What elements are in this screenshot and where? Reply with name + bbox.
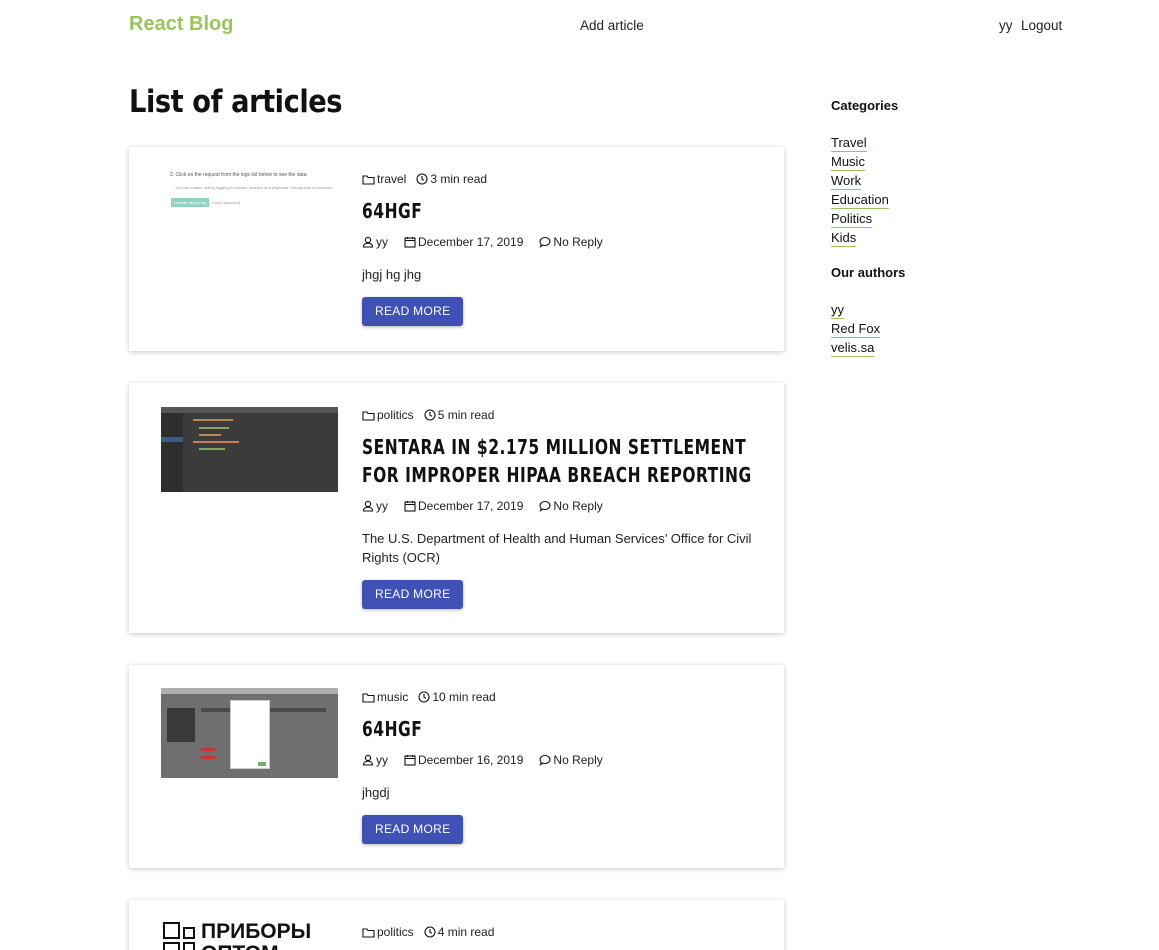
comment-icon bbox=[539, 500, 551, 512]
article-read-time: 4 min read bbox=[424, 925, 494, 939]
thumb-text: You can enable debug logging to capture … bbox=[175, 185, 332, 190]
site-logo[interactable]: React Blog bbox=[129, 13, 233, 36]
article-excerpt: jhgj hg jhg bbox=[362, 267, 422, 282]
thumb-text: 2. Click on the request from the logs li… bbox=[170, 172, 308, 178]
author-link-yy[interactable]: yy bbox=[831, 302, 844, 319]
read-more-button[interactable]: READ MORE bbox=[362, 297, 464, 326]
article-body: travel 3 min read 64HGF yy December 17, … bbox=[362, 171, 757, 326]
article-author[interactable]: yy bbox=[362, 235, 388, 249]
clock-icon bbox=[424, 926, 436, 938]
article-read-time: 10 min read bbox=[418, 690, 496, 704]
article-excerpt: jhgdj bbox=[362, 785, 390, 800]
article-title[interactable]: SENTARA IN $2.175 MILLION SETTLEMENT FOR… bbox=[362, 433, 756, 489]
author-link-red-fox[interactable]: Red Fox bbox=[831, 321, 881, 338]
article-meta: politics 4 min read bbox=[362, 924, 757, 940]
current-user: yy bbox=[999, 18, 1013, 33]
article-comments[interactable]: No Reply bbox=[539, 753, 603, 767]
thumb-logo-text: ПРИБОРЫ bbox=[201, 920, 312, 943]
article-meta: music 10 min read bbox=[362, 689, 757, 705]
user-icon bbox=[362, 236, 374, 248]
article-info: yy December 17, 2019 No Reply bbox=[362, 234, 757, 250]
article-date: December 17, 2019 bbox=[404, 235, 523, 249]
article-meta: travel 3 min read bbox=[362, 171, 757, 187]
category-link-politics[interactable]: Politics bbox=[831, 211, 873, 228]
article-comments[interactable]: No Reply bbox=[539, 235, 603, 249]
calendar-icon bbox=[404, 755, 416, 766]
authors-list: yy Red Fox velis.sa bbox=[831, 301, 881, 358]
article-body: music 10 min read 64HGF yy December 16, … bbox=[362, 689, 757, 844]
article-meta: politics 5 min read bbox=[362, 407, 757, 423]
article-comments[interactable]: No Reply bbox=[539, 499, 603, 513]
category-link-kids[interactable]: Kids bbox=[831, 230, 857, 247]
article-thumbnail[interactable] bbox=[161, 688, 338, 778]
folder-icon bbox=[362, 174, 375, 185]
user-icon bbox=[362, 754, 374, 766]
article-author[interactable]: yy bbox=[362, 499, 388, 513]
calendar-icon bbox=[404, 237, 416, 248]
read-more-button[interactable]: READ MORE bbox=[362, 580, 464, 609]
article-author[interactable]: yy bbox=[362, 753, 388, 767]
page-title: List of articles bbox=[129, 84, 343, 120]
article-read-time: 5 min read bbox=[424, 408, 494, 422]
category-link-work[interactable]: Work bbox=[831, 173, 862, 190]
article-category[interactable]: politics bbox=[362, 925, 414, 939]
article-thumbnail[interactable]: 2. Click on the request from the logs li… bbox=[161, 171, 338, 207]
thumb-logo-text: ОПТОМ bbox=[201, 942, 279, 950]
article-card: ПРИБОРЫ ОПТОМ politics 4 min read bbox=[129, 900, 784, 950]
article-body: politics 4 min read bbox=[362, 924, 757, 940]
article-date: December 17, 2019 bbox=[404, 499, 523, 513]
category-link-education[interactable]: Education bbox=[831, 192, 889, 209]
article-excerpt: The U.S. Department of Health and Human … bbox=[362, 531, 752, 565]
article-info: yy December 16, 2019 No Reply bbox=[362, 752, 757, 768]
article-category[interactable]: travel bbox=[362, 172, 406, 186]
read-more-button[interactable]: READ MORE bbox=[362, 815, 464, 844]
clock-icon bbox=[424, 409, 436, 421]
article-date: December 16, 2019 bbox=[404, 753, 523, 767]
article-title[interactable]: 64HGF bbox=[362, 197, 756, 225]
article-thumbnail[interactable] bbox=[161, 407, 338, 492]
calendar-icon bbox=[404, 501, 416, 512]
user-icon bbox=[362, 500, 374, 512]
folder-icon bbox=[362, 927, 375, 938]
category-link-music[interactable]: Music bbox=[831, 154, 865, 171]
article-category[interactable]: politics bbox=[362, 408, 414, 422]
clock-icon bbox=[416, 173, 428, 185]
folder-icon bbox=[362, 410, 375, 421]
comment-icon bbox=[539, 236, 551, 248]
categories-list: Travel Music Work Education Politics Kid… bbox=[831, 134, 889, 248]
article-card: music 10 min read 64HGF yy December 16, … bbox=[129, 665, 784, 868]
folder-icon bbox=[362, 692, 375, 703]
thumb-button: Disable debug log bbox=[171, 198, 210, 207]
authors-heading: Our authors bbox=[831, 265, 906, 280]
article-thumbnail[interactable]: ПРИБОРЫ ОПТОМ bbox=[161, 918, 338, 950]
thumb-link: Copy request id bbox=[212, 200, 241, 205]
category-link-travel[interactable]: Travel bbox=[831, 135, 867, 152]
add-article-link[interactable]: Add article bbox=[580, 18, 644, 33]
categories-heading: Categories bbox=[831, 98, 899, 113]
article-body: politics 5 min read SENTARA IN $2.175 MI… bbox=[362, 407, 757, 609]
logout-link[interactable]: Logout bbox=[1021, 18, 1062, 33]
article-title[interactable]: 64HGF bbox=[362, 715, 756, 743]
author-link-velis[interactable]: velis.sa bbox=[831, 340, 875, 357]
article-card: 2. Click on the request from the logs li… bbox=[129, 147, 784, 351]
article-category[interactable]: music bbox=[362, 690, 408, 704]
comment-icon bbox=[539, 754, 551, 766]
article-read-time: 3 min read bbox=[416, 172, 487, 186]
clock-icon bbox=[418, 691, 430, 703]
article-card: politics 5 min read SENTARA IN $2.175 MI… bbox=[129, 383, 784, 633]
article-info: yy December 17, 2019 No Reply bbox=[362, 498, 757, 514]
